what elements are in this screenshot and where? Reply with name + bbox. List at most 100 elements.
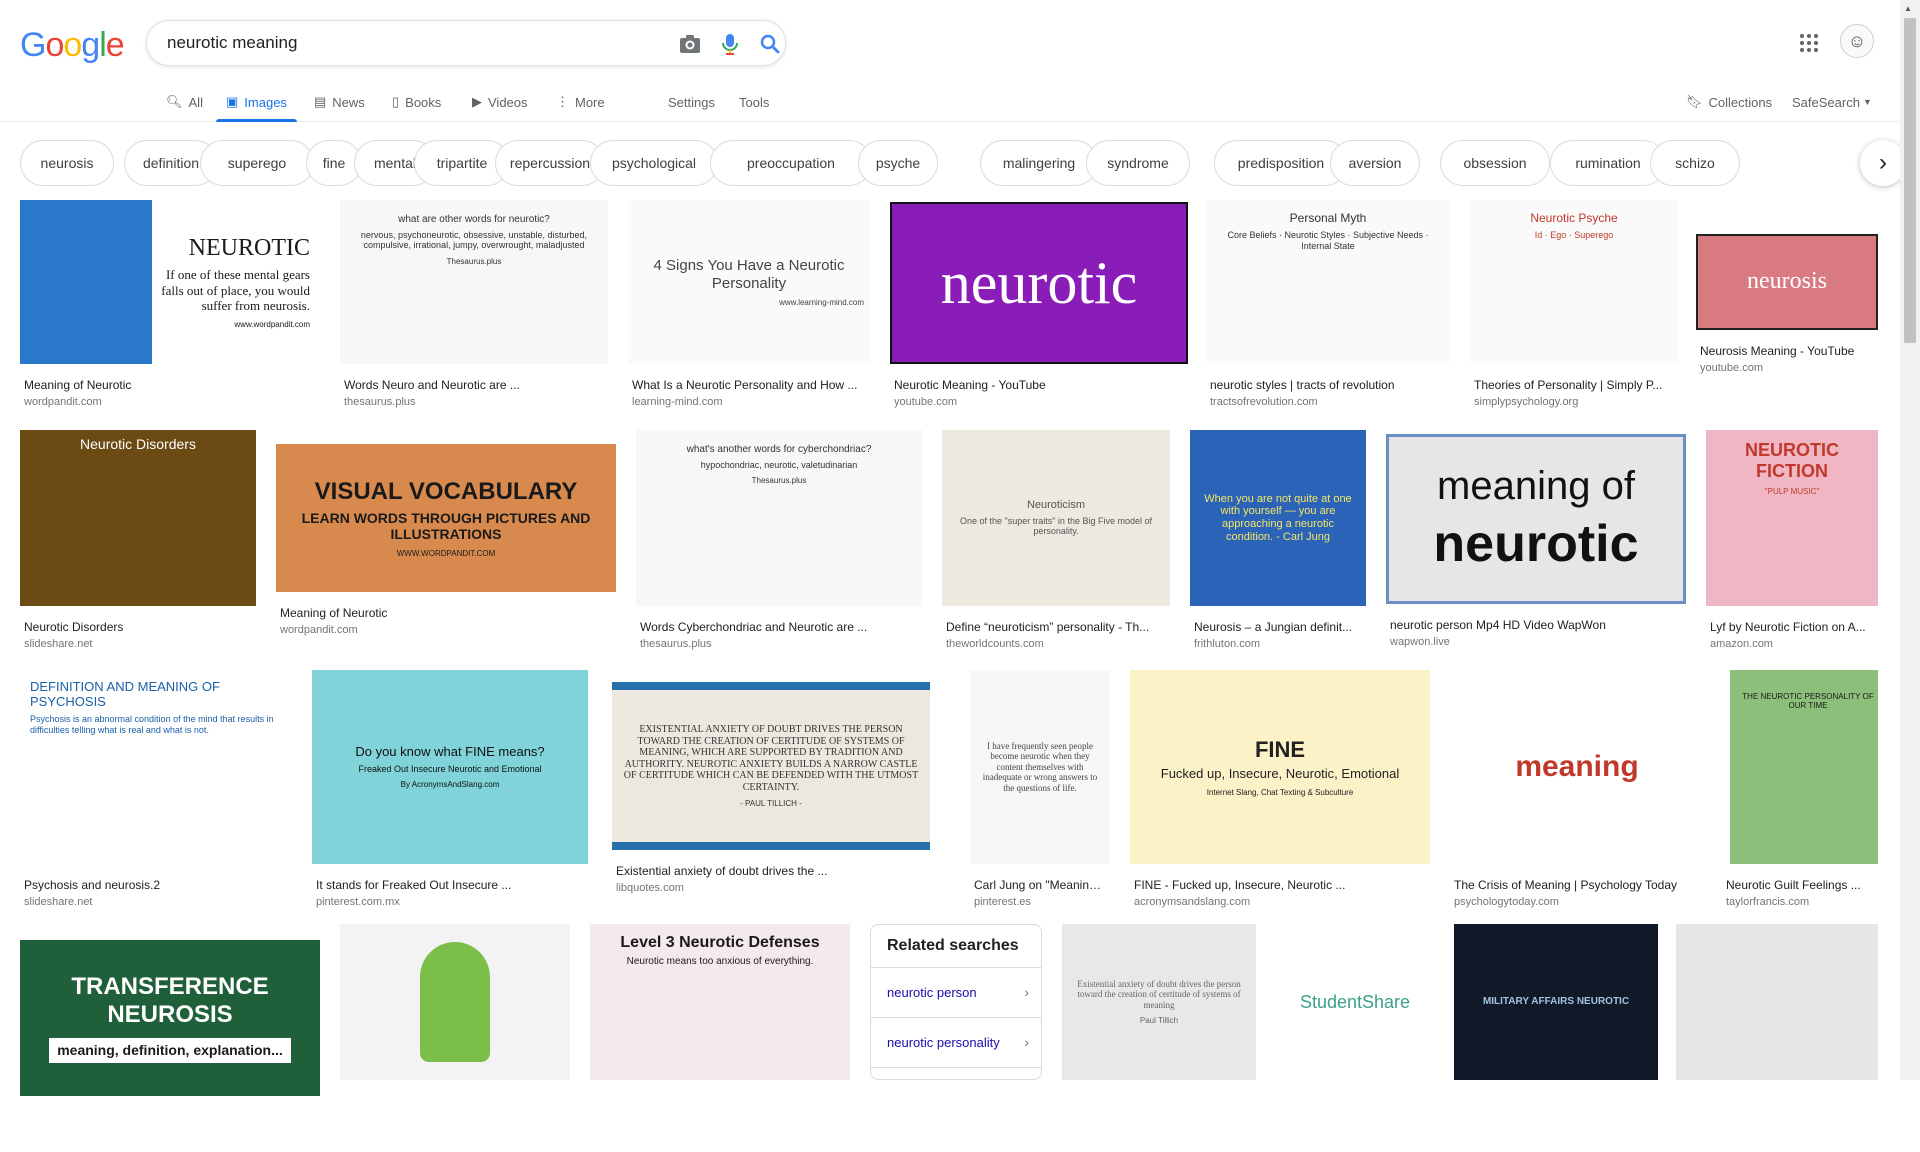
result-title[interactable]: Words Neuro and Neurotic are ... bbox=[344, 378, 604, 392]
chip-predisposition[interactable]: predisposition bbox=[1214, 140, 1348, 186]
result-thumbnail[interactable]: meaning of neurotic bbox=[1386, 434, 1686, 604]
result-thumbnail[interactable]: TRANSFERENCE NEUROSIS meaning, definition… bbox=[20, 940, 320, 1096]
result-title[interactable]: Neurosis Meaning - YouTube bbox=[1700, 344, 1874, 358]
image-result[interactable]: NEUROTIC If one of these mental gears fal… bbox=[20, 200, 320, 420]
result-title[interactable]: Lyf by Neurotic Fiction on A... bbox=[1710, 620, 1874, 634]
result-title[interactable]: Existential anxiety of doubt drives the … bbox=[616, 864, 926, 878]
result-title[interactable]: Meaning of Neurotic bbox=[24, 378, 316, 392]
result-thumbnail[interactable]: VISUAL VOCABULARY LEARN WORDS THROUGH PIC… bbox=[276, 444, 616, 592]
result-title[interactable]: Meaning of Neurotic bbox=[280, 606, 612, 620]
result-thumbnail[interactable]: Personal Myth Core Beliefs · Neurotic Sty… bbox=[1206, 200, 1450, 364]
result-thumbnail[interactable]: Existential anxiety of doubt drives the … bbox=[1062, 924, 1256, 1080]
tab-tools[interactable]: Tools bbox=[739, 82, 769, 122]
chip-psychological[interactable]: psychological bbox=[590, 140, 718, 186]
account-avatar[interactable]: ☺ bbox=[1840, 24, 1874, 58]
result-thumbnail[interactable]: Neuroticism One of the "super traits" in … bbox=[942, 430, 1170, 606]
image-result[interactable]: FINE Fucked up, Insecure, Neurotic, Emoti… bbox=[1130, 670, 1430, 920]
tab-videos[interactable]: ▶ Videos bbox=[472, 82, 528, 122]
result-thumbnail[interactable]: neurotic bbox=[890, 202, 1188, 364]
result-thumbnail[interactable]: what are other words for neurotic? nervou… bbox=[340, 200, 608, 364]
result-thumbnail[interactable]: what's another words for cyberchondriac?… bbox=[636, 430, 922, 606]
result-thumbnail[interactable]: I have frequently seen people become neu… bbox=[970, 670, 1110, 864]
image-result[interactable]: what's another words for cyberchondriac?… bbox=[636, 430, 922, 662]
image-result[interactable]: Do you know what FINE means? Freaked Out … bbox=[312, 670, 588, 920]
result-thumbnail[interactable]: 4 Signs You Have a Neurotic Personality w… bbox=[628, 200, 870, 364]
image-result[interactable]: DEFINITION AND MEANING OF PSYCHOSIS Psych… bbox=[20, 670, 290, 920]
chip-syndrome[interactable]: syndrome bbox=[1086, 140, 1190, 186]
chip-repercussion[interactable]: repercussion bbox=[495, 140, 605, 186]
result-thumbnail[interactable]: DEFINITION AND MEANING OF PSYCHOSIS Psych… bbox=[20, 670, 290, 864]
chip-psyche[interactable]: psyche bbox=[858, 140, 938, 186]
image-result[interactable] bbox=[340, 924, 570, 1136]
tab-books[interactable]: ▯ Books bbox=[392, 82, 441, 122]
image-result[interactable]: Neurotic Psyche Id · Ego · Superego Theori… bbox=[1470, 200, 1678, 420]
mic-icon[interactable] bbox=[717, 31, 743, 57]
chip-preoccupation[interactable]: preoccupation bbox=[710, 140, 872, 186]
result-title[interactable]: Define “neuroticism” personality - Th... bbox=[946, 620, 1166, 634]
apps-grid-icon[interactable] bbox=[1796, 30, 1822, 56]
result-title[interactable]: neurotic styles | tracts of revolution bbox=[1210, 378, 1446, 392]
result-thumbnail[interactable]: Neurotic Psyche Id · Ego · Superego bbox=[1470, 200, 1678, 364]
result-title[interactable]: Neurotic Guilt Feelings ... bbox=[1726, 878, 1874, 892]
chip-obsession[interactable]: obsession bbox=[1440, 140, 1550, 186]
result-thumbnail[interactable]: MILITARY AFFAIRS NEUROTIC bbox=[1454, 924, 1658, 1080]
result-title[interactable]: Carl Jung on "Meaning" ... bbox=[974, 878, 1106, 892]
image-result[interactable]: Neuroticism One of the "super traits" in … bbox=[942, 430, 1170, 662]
related-search-item[interactable]: neurotic personality › bbox=[871, 1018, 1041, 1068]
image-result[interactable]: MILITARY AFFAIRS NEUROTIC bbox=[1454, 924, 1658, 1136]
result-title[interactable]: It stands for Freaked Out Insecure ... bbox=[316, 878, 584, 892]
chip-superego[interactable]: superego bbox=[200, 140, 314, 186]
search-box[interactable] bbox=[146, 20, 786, 66]
result-thumbnail[interactable]: FINE Fucked up, Insecure, Neurotic, Emoti… bbox=[1130, 670, 1430, 864]
collections-link[interactable]: 🔖︎ Collections bbox=[1686, 82, 1772, 122]
related-search-item[interactable]: neurotic person › bbox=[871, 968, 1041, 1018]
image-result[interactable]: Personal Myth Core Beliefs · Neurotic Sty… bbox=[1206, 200, 1450, 420]
chip-rumination[interactable]: rumination bbox=[1550, 140, 1666, 186]
tab-all[interactable]: 🔍︎ All bbox=[166, 82, 203, 122]
result-thumbnail[interactable]: Neurotic Disorders bbox=[20, 430, 256, 606]
search-icon[interactable] bbox=[757, 31, 783, 57]
result-thumbnail[interactable]: Level 3 Neurotic Defenses Neurotic means … bbox=[590, 924, 850, 1080]
result-title[interactable]: Neurosis – a Jungian definit... bbox=[1194, 620, 1362, 634]
result-title[interactable]: The Crisis of Meaning | Psychology Today bbox=[1454, 878, 1700, 892]
result-thumbnail[interactable] bbox=[1676, 924, 1878, 1080]
result-thumbnail[interactable]: When you are not quite at one with yours… bbox=[1190, 430, 1366, 606]
image-result[interactable]: StudentShare bbox=[1276, 924, 1434, 1136]
image-result[interactable]: neurosis Neurosis Meaning - YouTube youtub… bbox=[1696, 234, 1878, 386]
search-input[interactable] bbox=[167, 21, 647, 65]
image-result[interactable]: Existential anxiety of doubt drives the … bbox=[1062, 924, 1256, 1136]
camera-icon[interactable] bbox=[677, 31, 703, 57]
result-title[interactable]: neurotic person Mp4 HD Video WapWon bbox=[1390, 618, 1682, 632]
result-title[interactable]: What Is a Neurotic Personality and How .… bbox=[632, 378, 866, 392]
chip-malingering[interactable]: malingering bbox=[980, 140, 1098, 186]
result-thumbnail[interactable]: neurosis bbox=[1696, 234, 1878, 330]
result-thumbnail[interactable]: EXISTENTIAL ANXIETY OF DOUBT DRIVES THE … bbox=[612, 682, 930, 850]
scrollbar-thumb[interactable] bbox=[1904, 18, 1916, 343]
chip-neurosis[interactable]: neurosis bbox=[20, 140, 114, 186]
result-title[interactable]: Neurotic Disorders bbox=[24, 620, 252, 634]
image-result[interactable]: When you are not quite at one with yours… bbox=[1190, 430, 1366, 662]
result-thumbnail[interactable]: StudentShare bbox=[1276, 924, 1434, 1080]
image-result[interactable]: what are other words for neurotic? nervou… bbox=[340, 200, 608, 420]
result-thumbnail[interactable]: THE NEUROTIC PERSONALITY OF OUR TIME bbox=[1730, 670, 1878, 864]
result-thumbnail[interactable]: Do you know what FINE means? Freaked Out … bbox=[312, 670, 588, 864]
image-result[interactable]: THE NEUROTIC PERSONALITY OF OUR TIME Neur… bbox=[1722, 670, 1878, 920]
result-title[interactable]: Theories of Personality | Simply P... bbox=[1474, 378, 1674, 392]
result-title[interactable]: Psychosis and neurosis.2 bbox=[24, 878, 286, 892]
image-result[interactable]: I have frequently seen people become neu… bbox=[970, 670, 1110, 920]
result-title[interactable]: FINE - Fucked up, Insecure, Neurotic ... bbox=[1134, 878, 1426, 892]
image-result[interactable]: 4 Signs You Have a Neurotic Personality w… bbox=[628, 200, 870, 420]
result-thumbnail[interactable]: NEUROTIC If one of these mental gears fal… bbox=[20, 200, 320, 364]
image-result[interactable]: TRANSFERENCE NEUROSIS meaning, definition… bbox=[20, 940, 320, 1152]
image-result[interactable]: EXISTENTIAL ANXIETY OF DOUBT DRIVES THE … bbox=[612, 682, 930, 906]
image-result[interactable]: neurotic Neurotic Meaning - YouTube youtub… bbox=[890, 202, 1188, 420]
image-result[interactable]: Neurotic Disorders Neurotic Disorders slid… bbox=[20, 430, 256, 662]
tab-news[interactable]: ▤ News bbox=[314, 82, 365, 122]
image-result[interactable]: meaning The Crisis of Meaning | Psycholog… bbox=[1450, 670, 1704, 920]
image-result[interactable]: NEUROTIC FICTION "PULP MUSIC" Lyf by Neuro… bbox=[1706, 430, 1878, 662]
image-result[interactable]: meaning of neurotic neurotic person Mp4 HD… bbox=[1386, 434, 1686, 660]
chip-schizo[interactable]: schizo bbox=[1650, 140, 1740, 186]
tab-more[interactable]: ⋮ More bbox=[556, 82, 605, 122]
result-title[interactable]: Words Cyberchondriac and Neurotic are ..… bbox=[640, 620, 918, 634]
chip-aversion[interactable]: aversion bbox=[1330, 140, 1420, 186]
